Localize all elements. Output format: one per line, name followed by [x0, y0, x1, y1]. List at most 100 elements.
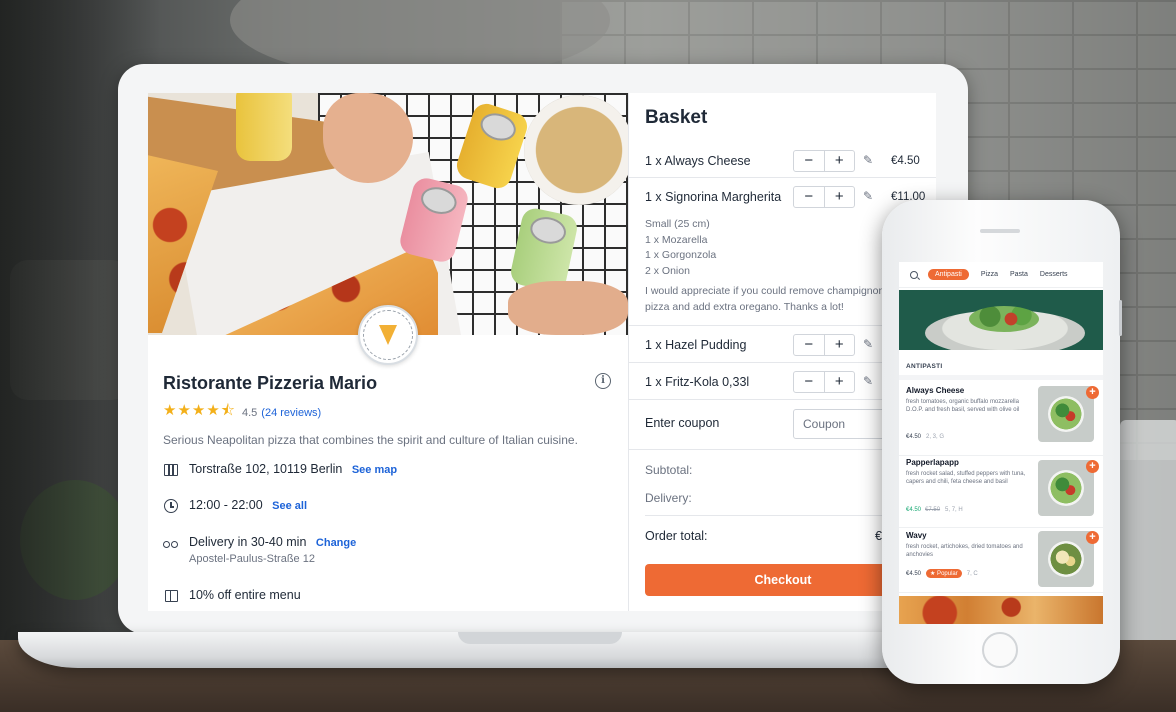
menu-item-old-price: €7.50 — [925, 507, 941, 513]
menu-item-name: Papperlapapp — [906, 458, 959, 467]
restaurant-name: Ristorante Pizzeria Mario — [163, 373, 378, 393]
basket-item-name: 1 x Hazel Pudding — [645, 338, 747, 352]
quantity-stepper: − + — [793, 186, 855, 208]
edit-pencil-icon[interactable]: ✎ — [863, 153, 873, 167]
laptop-screen: Ristorante Pizzeria Mario i ★★★★⯪ 4.5 (2… — [148, 93, 936, 611]
basket-title: Basket — [645, 107, 708, 128]
section-divider — [899, 375, 1103, 380]
see-map-link[interactable]: See map — [352, 464, 397, 476]
menu-item[interactable]: Wavy fresh rocket, artichokes, dried tom… — [899, 531, 1103, 593]
hand — [323, 93, 413, 183]
pizza-logo-icon — [379, 325, 397, 345]
increase-button[interactable]: + — [825, 335, 855, 355]
order-total-label: Order total: — [645, 529, 708, 543]
basket-item-name: 1 x Fritz-Kola 0,33l — [645, 375, 750, 389]
edit-pencil-icon[interactable]: ✎ — [863, 189, 873, 203]
tab-pizza[interactable]: Pizza — [981, 271, 998, 278]
drink-can — [236, 93, 292, 161]
phone-screen: Antipasti Pizza Pasta Desserts ANTIPASTI… — [899, 262, 1103, 624]
basket-item: 1 x Always Cheese − + ✎ €4.50 — [629, 145, 936, 178]
delivery-address: Apostel-Paulus-Straße 12 — [189, 553, 315, 565]
menu-item-allergens: 7, C — [966, 570, 978, 577]
tab-pasta[interactable]: Pasta — [1010, 271, 1028, 278]
item-option: 1 x Gorgonzola — [645, 249, 717, 261]
decrease-button[interactable]: − — [794, 187, 825, 207]
salad — [969, 306, 1039, 332]
edit-pencil-icon[interactable]: ✎ — [863, 374, 873, 388]
edit-pencil-icon[interactable]: ✎ — [863, 337, 873, 351]
laptop-notch — [458, 632, 622, 644]
decrease-button[interactable]: − — [794, 335, 825, 355]
add-item-icon[interactable]: + — [1086, 460, 1099, 473]
quantity-stepper: − + — [793, 371, 855, 393]
delivery-row: Delivery in 30-40 min Change Apostel-Pau… — [163, 535, 356, 565]
basket-item-price: €4.50 — [891, 155, 920, 167]
decrease-button[interactable]: − — [794, 151, 825, 171]
restaurant-logo — [358, 305, 418, 365]
menu-item-name: Always Cheese — [906, 386, 965, 395]
map-icon — [163, 462, 179, 478]
hand — [508, 281, 628, 335]
phone-home-button — [982, 632, 1018, 668]
address-text: Torstraße 102, 10119 Berlin — [189, 462, 343, 476]
menu-item-price: €4.50 — [906, 570, 922, 577]
delivery-fee-label: Delivery: — [645, 491, 692, 505]
rating-value: 4.5 — [242, 406, 258, 419]
category-nav: Antipasti Pizza Pasta Desserts — [899, 262, 1103, 288]
menu-item-meta: €4.50 €7.50 5, 7, H — [906, 507, 963, 513]
search-icon[interactable] — [910, 270, 918, 279]
tab-desserts[interactable]: Desserts — [1040, 271, 1068, 278]
add-item-icon[interactable]: + — [1086, 386, 1099, 399]
restaurant-info: Ristorante Pizzeria Mario i ★★★★⯪ 4.5 (2… — [163, 373, 618, 447]
rating-row: ★★★★⯪ 4.5 (24 reviews) — [163, 400, 618, 425]
rating-stars-icon: ★★★★⯪ — [163, 402, 236, 419]
subtotal-label: Subtotal: — [645, 463, 693, 477]
clock-icon — [163, 498, 179, 514]
item-options: Small (25 cm) 1 x Mozarella 1 x Gorgonzo… — [645, 217, 716, 279]
tab-antipasti[interactable]: Antipasti — [928, 269, 969, 280]
delivery-time: Delivery in 30-40 min — [189, 535, 307, 549]
menu-item-meta: €4.50 ★ Popular 7, C — [906, 569, 978, 578]
menu-item-description: fresh tomatoes, organic buffalo mozzarel… — [906, 399, 1020, 413]
menu-item-price: €4.50 — [906, 507, 922, 513]
menu-item-description: fresh rocket salad, stuffed peppers with… — [906, 471, 1026, 485]
change-delivery-link[interactable]: Change — [316, 537, 356, 549]
menu-item-price: €4.50 — [906, 434, 922, 440]
menu-item[interactable]: Always Cheese fresh tomatoes, organic bu… — [899, 386, 1103, 456]
see-all-hours-link[interactable]: See all — [272, 500, 307, 512]
menu-item-meta: €4.50 2, 3, G — [906, 434, 944, 440]
background-container — [1120, 420, 1176, 650]
order-total-value: € — [875, 529, 882, 543]
popular-badge: ★ Popular — [926, 569, 962, 578]
bicycle-icon — [163, 535, 179, 551]
basket-item-name: 1 x Always Cheese — [645, 154, 751, 168]
section-heading: ANTIPASTI — [906, 363, 943, 370]
item-option: 2 x Onion — [645, 264, 690, 277]
menu-item-allergens: 5, 7, H — [945, 507, 963, 513]
menu-item-description: fresh rocket, artichokes, dried tomatoes… — [906, 544, 1023, 558]
reviews-link[interactable]: (24 reviews) — [261, 407, 321, 419]
promo-row: 10% off entire menu — [163, 588, 301, 604]
quantity-stepper: − + — [793, 334, 855, 356]
hours-row: 12:00 - 22:00 See all — [163, 498, 307, 514]
menu-item-name: Wavy — [906, 531, 927, 540]
promo-text: 10% off entire menu — [189, 588, 301, 602]
increase-button[interactable]: + — [825, 187, 855, 207]
restaurant-description: Serious Neapolitan pizza that combines t… — [163, 433, 578, 447]
hours-text: 12:00 - 22:00 — [189, 498, 263, 512]
checkout-button[interactable]: Checkout — [645, 564, 921, 596]
increase-button[interactable]: + — [825, 151, 855, 171]
coupon-label: Enter coupon — [645, 416, 720, 430]
address-row: Torstraße 102, 10119 Berlin See map — [163, 462, 397, 478]
restaurant-hero-image — [148, 93, 628, 335]
add-item-icon[interactable]: + — [1086, 531, 1099, 544]
quantity-stepper: − + — [793, 150, 855, 172]
menu-item[interactable]: Papperlapapp fresh rocket salad, stuffed… — [899, 458, 1103, 528]
snack-bowl — [524, 95, 628, 205]
info-icon[interactable]: i — [595, 373, 611, 389]
phone-side-button — [1119, 300, 1122, 336]
basket-item-name: 1 x Signorina Margherita — [645, 190, 782, 204]
decrease-button[interactable]: − — [794, 372, 825, 392]
increase-button[interactable]: + — [825, 372, 855, 392]
logo-ring — [363, 310, 413, 360]
